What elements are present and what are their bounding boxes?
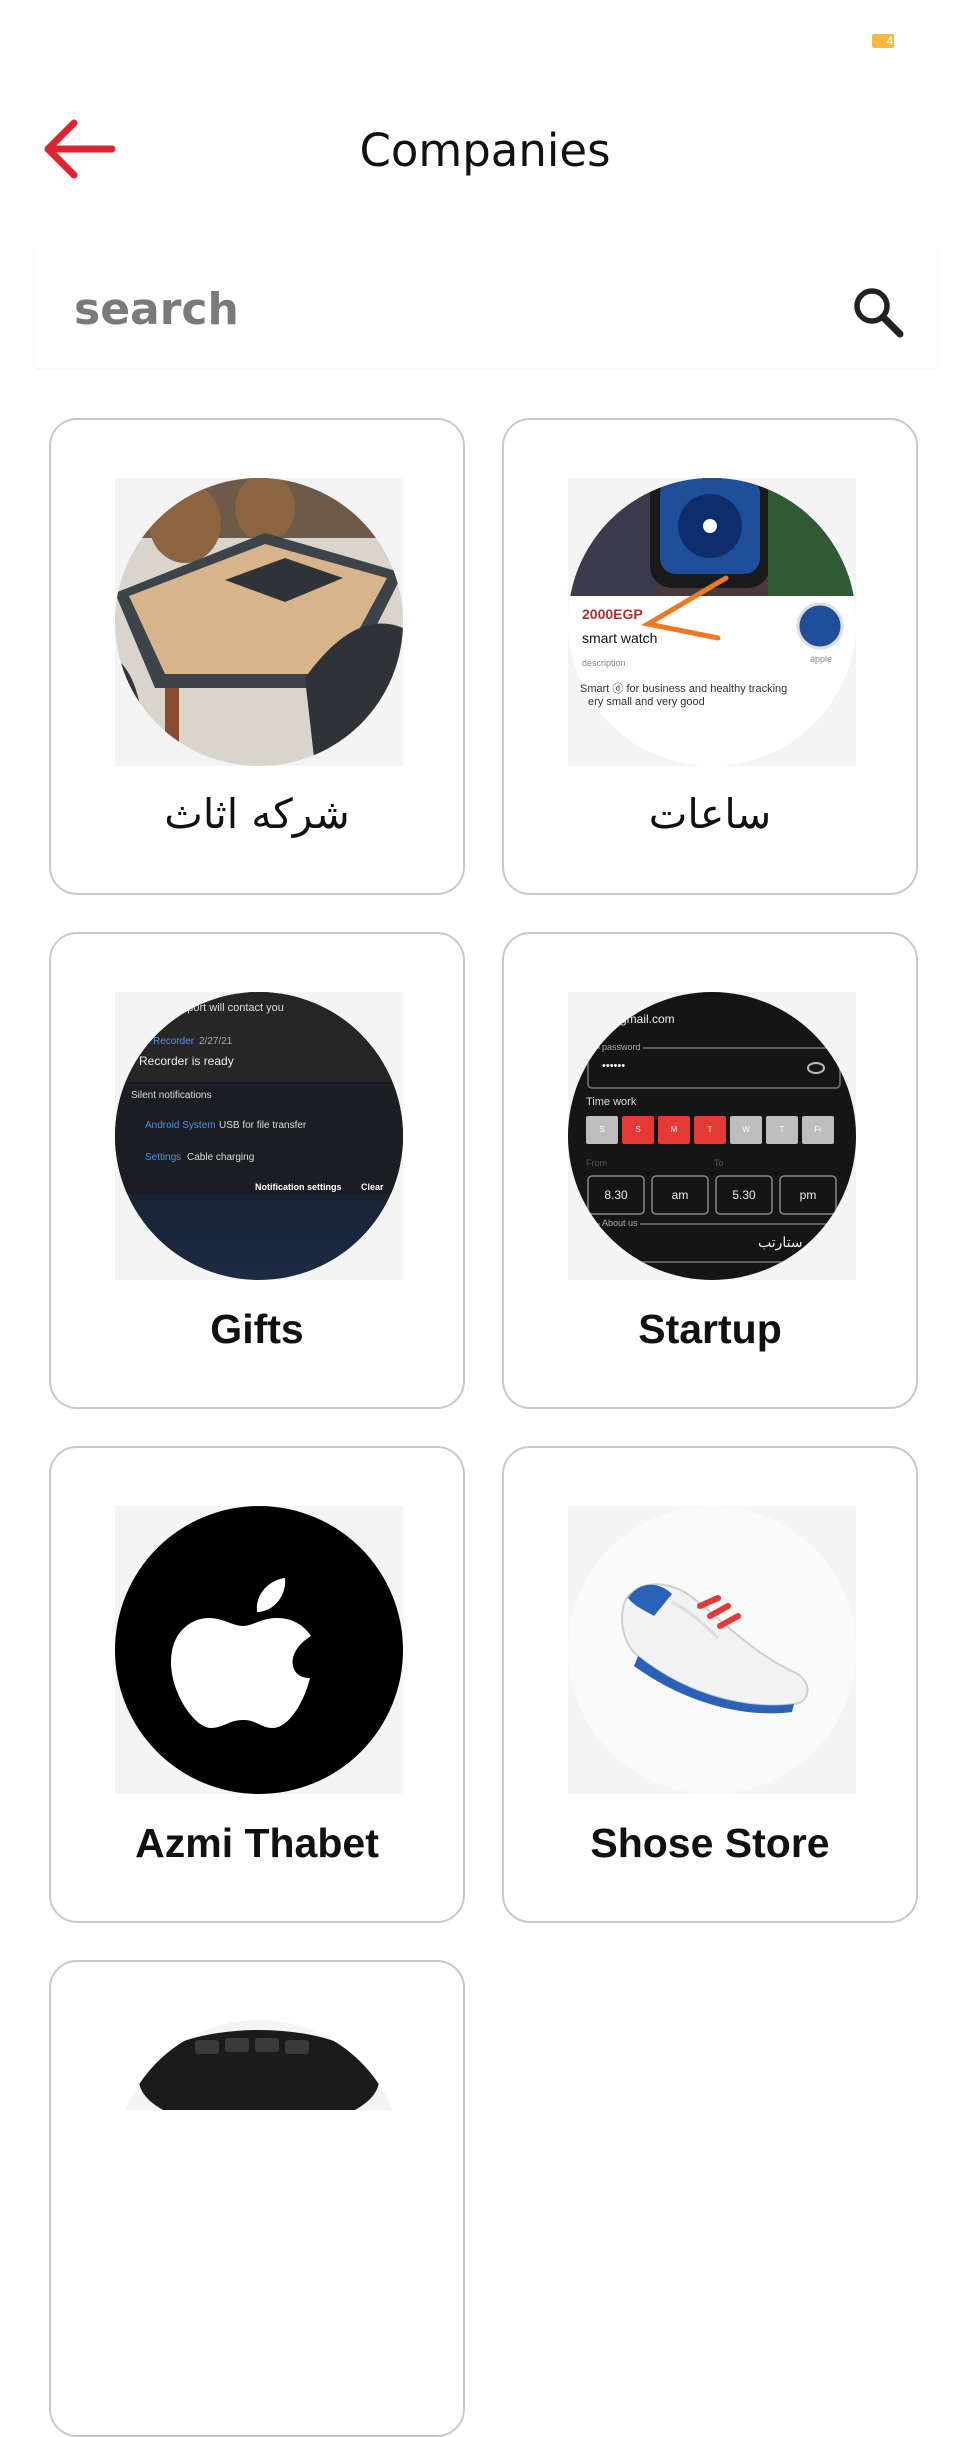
form-time-work: Time work: [586, 1096, 637, 1108]
notif-settings-button: Notification settings: [255, 1182, 342, 1192]
smart-watch-image: [568, 478, 856, 766]
notif-app: Recorder: [153, 1036, 195, 1047]
company-name: Azmi Thabet: [135, 1820, 379, 1866]
company-card[interactable]: [49, 1960, 465, 2437]
form-to-label: To: [714, 1158, 724, 1168]
company-card[interactable]: شركه اثاث: [49, 418, 465, 895]
search-bar: [34, 248, 936, 368]
form-about-value: ستارتب: [758, 1234, 803, 1250]
watch-price: 2000EGP: [582, 606, 643, 622]
company-card[interactable]: Shose Store: [502, 1446, 918, 1923]
notif-settings-msg: Cable charging: [187, 1152, 255, 1163]
battery-icon: 4: [872, 34, 894, 48]
company-card[interactable]: gmail.com password •••••• Time work S S …: [502, 932, 918, 1409]
keyboard-image: [115, 2020, 403, 2110]
form-email: gmail.com: [620, 1012, 675, 1026]
form-from-ampm: am: [671, 1188, 689, 1202]
form-password-value: ••••••: [602, 1060, 626, 1072]
notif-clear-button: Clear: [361, 1182, 384, 1192]
company-name: Shose Store: [590, 1820, 830, 1866]
form-about-label: About us: [600, 1218, 640, 1228]
company-name: شركه اثاث: [164, 790, 350, 838]
notif-settings: Settings: [145, 1152, 182, 1163]
apple-logo-icon: [115, 1506, 403, 1794]
form-password-label: password: [600, 1042, 643, 1052]
form-day-labels: S S M T W T Fr: [586, 1116, 838, 1146]
day-toggle: Fr: [802, 1116, 834, 1144]
company-name: ساعات: [648, 790, 772, 838]
company-image: [115, 1506, 403, 1794]
notif-date: 2/27/21: [199, 1036, 233, 1047]
company-card[interactable]: upport will contact you Recorder 2/27/21…: [49, 932, 465, 1409]
form-to-ampm: pm: [799, 1188, 817, 1202]
day-toggle: S: [622, 1116, 654, 1144]
form-from-label: From: [586, 1158, 607, 1168]
search-input[interactable]: [72, 276, 836, 342]
company-name: Startup: [638, 1306, 782, 1352]
notif-sys: Android System: [145, 1120, 216, 1131]
form-from-time: 8.30: [604, 1188, 628, 1202]
company-image: 2000EGP smart watch description Smart ⓓ …: [568, 478, 856, 766]
company-image: [568, 1506, 856, 1794]
watch-product: smart watch: [582, 630, 658, 646]
company-image: [115, 478, 403, 766]
company-image: upport will contact you Recorder 2/27/21…: [115, 992, 403, 1280]
notif-line: upport will contact you: [175, 1002, 284, 1014]
form-to-time: 5.30: [732, 1188, 756, 1202]
day-toggle: M: [658, 1116, 690, 1144]
sneaker-image: [568, 1506, 856, 1794]
watch-field-label: description: [582, 658, 626, 668]
day-toggle: T: [694, 1116, 726, 1144]
watch-desc-line1: Smart ⓓ for business and healthy trackin…: [580, 683, 788, 695]
day-toggle: S: [586, 1116, 618, 1144]
company-card[interactable]: 2000EGP smart watch description Smart ⓓ …: [502, 418, 918, 895]
notif-sys-msg: USB for file transfer: [219, 1120, 307, 1131]
notif-section: Silent notifications: [131, 1090, 212, 1101]
day-toggle: T: [766, 1116, 798, 1144]
watch-brand: apple: [810, 654, 833, 664]
search-icon[interactable]: [850, 284, 906, 340]
company-name: Gifts: [210, 1306, 304, 1352]
day-toggle: W: [730, 1116, 762, 1144]
watch-desc-line2: ery small and very good: [588, 696, 705, 708]
notif-msg: Recorder is ready: [139, 1054, 234, 1068]
dining-table-image: [115, 478, 403, 766]
company-image: [115, 2020, 403, 2308]
company-image: gmail.com password •••••• Time work S S …: [568, 992, 856, 1280]
page-title: Companies: [359, 124, 611, 177]
company-card[interactable]: Azmi Thabet: [49, 1446, 465, 1923]
